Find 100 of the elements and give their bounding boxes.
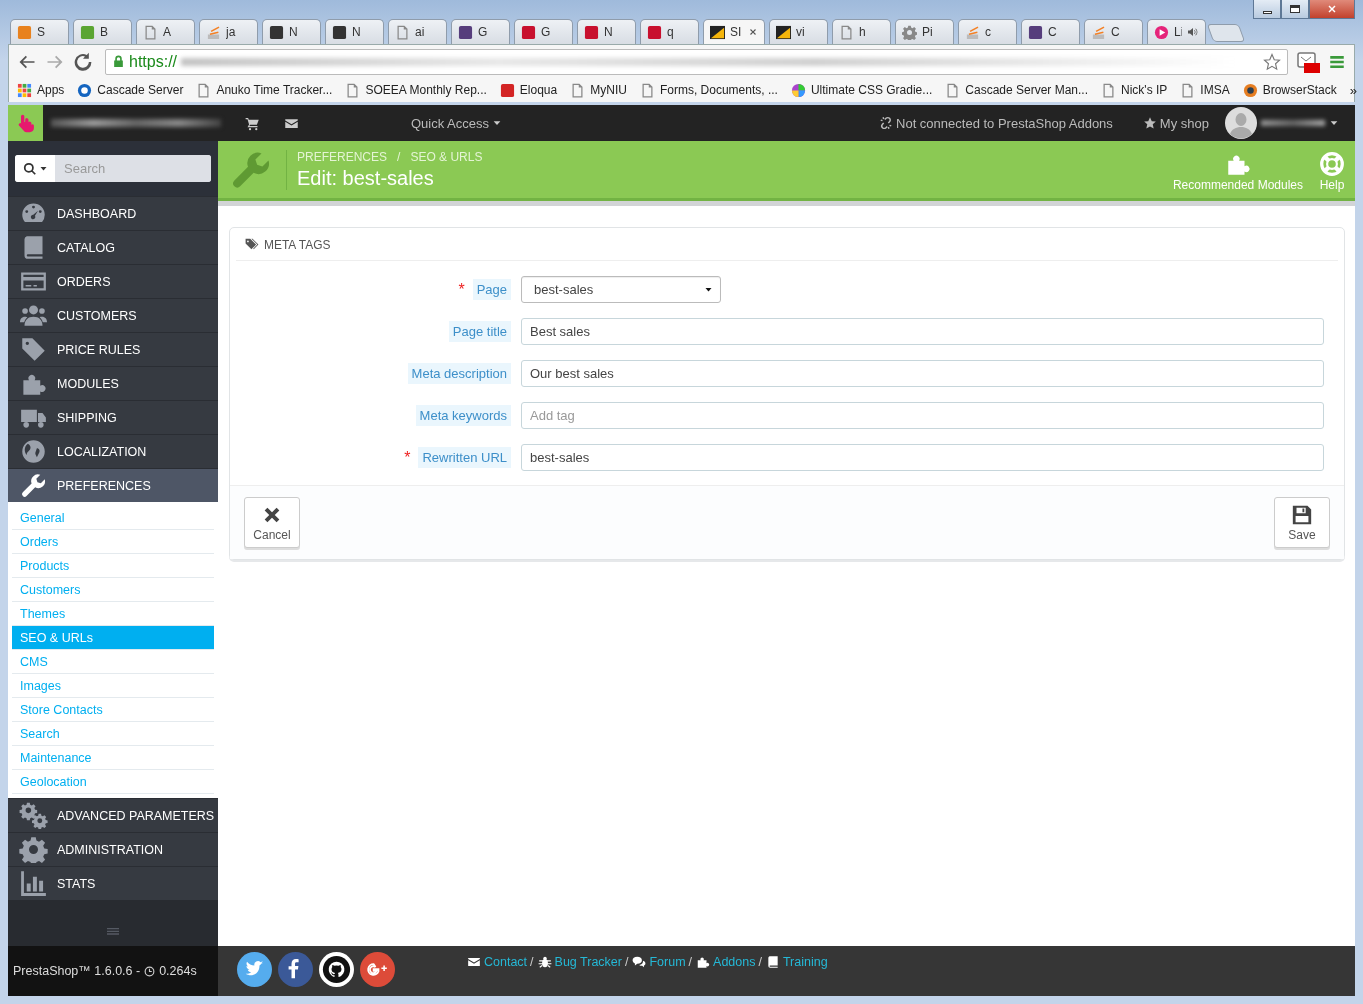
menu-item[interactable]: ADMINISTRATION: [8, 832, 218, 866]
version-text: PrestaShop™ 1.6.0.6 -: [13, 964, 141, 978]
page-icon: [1101, 82, 1116, 98]
browser-tab[interactable]: vi: [769, 19, 828, 44]
address-bar[interactable]: https://: [105, 48, 1288, 75]
browser-tab[interactable]: Li: [1147, 19, 1206, 44]
favicon-icon: [80, 24, 95, 40]
avatar-icon: [1225, 107, 1257, 139]
text-input[interactable]: best-sales: [521, 444, 1324, 471]
reload-icon[interactable]: [73, 51, 93, 72]
bookmark[interactable]: Nick's IP: [1101, 82, 1168, 98]
addons-status-link[interactable]: Not connected to PrestaShop Addons: [879, 115, 1113, 131]
github-icon[interactable]: [319, 952, 354, 987]
google-plus-icon[interactable]: [360, 952, 395, 987]
footer-link[interactable]: Training: [782, 955, 828, 969]
quick-access-menu[interactable]: Quick Access: [411, 115, 503, 131]
gear-icon: [902, 24, 917, 40]
save-button[interactable]: Save: [1274, 497, 1330, 548]
bookmark[interactable]: MyNIU: [570, 82, 627, 98]
favicon-icon: [458, 24, 473, 40]
bookmark[interactable]: Apps: [17, 82, 65, 98]
browser-tab[interactable]: ja: [199, 19, 258, 44]
cart-icon[interactable]: [245, 115, 260, 131]
bookmark[interactable]: SOEEA Monthly Rep...: [345, 82, 487, 98]
globe-icon: [19, 438, 48, 465]
browser-tab[interactable]: G: [514, 19, 573, 44]
extension-icon[interactable]: [1296, 49, 1320, 74]
text-input[interactable]: Our best sales: [521, 360, 1324, 387]
search-icon: [22, 161, 37, 176]
menu-item[interactable]: ADVANCED PARAMETERS: [8, 798, 218, 832]
user-menu[interactable]: [1225, 107, 1339, 139]
field-label: Meta description: [407, 363, 511, 384]
browser-tab[interactable]: S: [10, 19, 69, 44]
bookmark[interactable]: Anuko Time Tracker...: [196, 82, 333, 98]
panel-title: META TAGS: [264, 236, 331, 252]
close-icon: [1326, 3, 1338, 15]
browser-tab[interactable]: N: [325, 19, 384, 44]
color-wheel-icon: [790, 82, 806, 98]
browser-tab[interactable]: N: [577, 19, 636, 44]
page-icon: [945, 82, 961, 98]
favicon-icon: [17, 24, 32, 40]
browser-tab[interactable]: SI: [703, 19, 765, 44]
gear-icon: [19, 836, 48, 863]
browser-tab[interactable]: ai: [388, 19, 447, 44]
star-icon: [1142, 116, 1157, 130]
breadcrumb-separator: /: [397, 149, 401, 164]
required-mark: *: [458, 280, 465, 299]
footer-link[interactable]: Forum: [649, 955, 686, 969]
browser-tab[interactable]: G: [451, 19, 510, 44]
browser-tab[interactable]: q: [640, 19, 699, 44]
browser-tab[interactable]: c: [958, 19, 1017, 44]
close-icon[interactable]: [748, 27, 758, 37]
link-separator: /: [624, 955, 629, 969]
bookmark[interactable]: Ultimate CSS Gradie...: [790, 82, 933, 98]
favicon-icon: [521, 24, 536, 40]
search-field[interactable]: Search: [15, 155, 211, 182]
maximize-button[interactable]: [1281, 0, 1309, 19]
more-bookmarks[interactable]: »: [1349, 82, 1357, 98]
wrench-icon: [19, 472, 48, 499]
twitter-icon[interactable]: [237, 952, 272, 987]
bookmark[interactable]: Cascade Server Man...: [945, 82, 1088, 98]
browser-tab[interactable]: C: [1084, 19, 1143, 44]
menu-item[interactable]: PREFERENCES: [8, 468, 218, 502]
browser-tab[interactable]: N: [262, 19, 321, 44]
page-icon: [1180, 82, 1196, 98]
shop-link[interactable]: My shop: [1142, 115, 1209, 131]
bookmark[interactable]: Eloqua: [499, 82, 558, 98]
speaker-icon: [1187, 26, 1199, 38]
bookmark[interactable]: Forms, Documents, ...: [639, 82, 778, 98]
stack-icon: [1091, 24, 1106, 40]
link-separator: /: [688, 955, 693, 969]
people-icon: [19, 302, 48, 329]
star-icon[interactable]: [1263, 52, 1281, 71]
lifebuoy-icon: [1319, 151, 1345, 177]
caret-icon: [1329, 118, 1339, 128]
browser-tab[interactable]: C: [1021, 19, 1080, 44]
field-label: Page title: [448, 321, 511, 342]
stack-icon: [206, 24, 221, 40]
page-select[interactable]: best-sales: [521, 276, 721, 303]
cancel-button[interactable]: Cancel: [244, 497, 300, 548]
browser-tab[interactable]: A: [136, 19, 195, 44]
footer-link[interactable]: Bug Tracker: [554, 955, 622, 969]
browser-tab[interactable]: Pi: [895, 19, 954, 44]
footer-link[interactable]: Addons: [713, 955, 756, 969]
facebook-icon[interactable]: [278, 952, 313, 987]
field-label: Page: [472, 279, 511, 300]
gears-icon: [19, 802, 48, 829]
favicon-icon: [584, 24, 599, 40]
browser-tab[interactable]: h: [832, 19, 891, 44]
footer-link[interactable]: Contact: [484, 955, 528, 969]
search-type-dropdown[interactable]: [15, 155, 55, 182]
bookmark[interactable]: IMSA: [1180, 82, 1230, 98]
bookmark[interactable]: Cascade Server: [77, 82, 184, 98]
browser-tab[interactable]: B: [73, 19, 132, 44]
minimize-button[interactable]: [1253, 0, 1281, 19]
bookmark[interactable]: BrowserStack: [1242, 82, 1337, 98]
page-icon: [143, 24, 158, 40]
tags-input[interactable]: Add tag: [521, 402, 1324, 429]
redacted-bar: [1261, 120, 1325, 126]
text-input[interactable]: Best sales: [521, 318, 1324, 345]
